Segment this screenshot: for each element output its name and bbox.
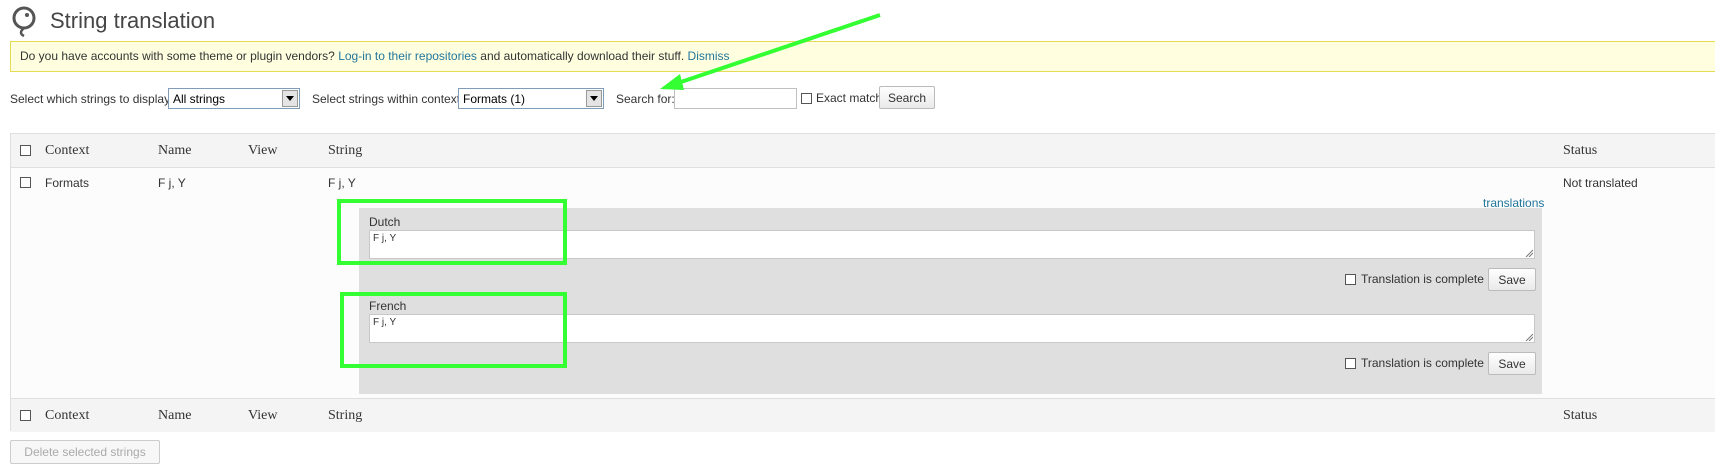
search-input[interactable] (674, 88, 797, 109)
translation-textarea-dutch[interactable]: F j, Y (369, 230, 1535, 259)
chevron-down-icon (282, 90, 298, 107)
table-footer-header: Context Name View String Status (11, 398, 1715, 432)
translation-complete-label-french: Translation is complete (1361, 356, 1484, 370)
save-button-french[interactable]: Save (1488, 352, 1536, 375)
exact-match-checkbox[interactable] (801, 92, 812, 104)
column-name-bottom[interactable]: Name (158, 408, 191, 424)
column-context[interactable]: Context (45, 143, 89, 159)
wpml-logo-icon (12, 6, 36, 37)
display-filter-label: Select which strings to display: (10, 92, 174, 106)
column-view[interactable]: View (248, 143, 277, 159)
exact-match-label: Exact match (816, 91, 883, 105)
context-filter-label: Select strings within context: (312, 92, 464, 106)
table-row: Formats F j, Y F j, Y Not translated tra… (11, 168, 1715, 398)
vendor-accounts-notice: Do you have accounts with some theme or … (10, 41, 1715, 72)
translation-complete-checkbox-french[interactable] (1345, 357, 1356, 369)
complete-option-dutch: Translation is complete (1345, 272, 1484, 286)
resize-grip-icon[interactable] (1525, 333, 1533, 341)
search-label: Search for: (616, 92, 675, 106)
translation-textarea-french[interactable]: F j, Y (369, 314, 1535, 343)
translation-value-french: F j, Y (373, 317, 397, 328)
column-string[interactable]: String (328, 143, 362, 159)
table-header: Context Name View String Status (11, 134, 1715, 168)
notice-text: Do you have accounts with some theme or … (20, 49, 335, 63)
page-title: String translation (50, 8, 216, 33)
page-header: String translation (10, 4, 215, 38)
context-filter-select[interactable]: Formats (1) (458, 88, 604, 109)
exact-match-option: Exact match (801, 91, 882, 105)
complete-option-french: Translation is complete (1345, 356, 1484, 370)
repositories-login-link[interactable]: Log-in to their repositories (338, 49, 477, 63)
column-name[interactable]: Name (158, 143, 191, 159)
row-string: F j, Y (328, 176, 356, 190)
column-status[interactable]: Status (1563, 143, 1597, 159)
row-checkbox[interactable] (20, 177, 31, 188)
filter-bar: Select which strings to display: All str… (10, 85, 1110, 111)
row-context: Formats (45, 176, 90, 190)
save-button-dutch[interactable]: Save (1488, 268, 1536, 291)
column-view-bottom[interactable]: View (248, 408, 277, 424)
search-button[interactable]: Search (879, 86, 935, 109)
resize-grip-icon[interactable] (1525, 249, 1533, 257)
select-all-checkbox-bottom[interactable] (20, 410, 31, 421)
column-context-bottom[interactable]: Context (45, 408, 89, 424)
chevron-down-icon (586, 90, 602, 107)
translations-panel: Dutch F j, Y Translation is complete Sav… (359, 208, 1542, 394)
translation-complete-checkbox-dutch[interactable] (1345, 273, 1356, 285)
select-all-checkbox[interactable] (20, 145, 31, 156)
column-status-bottom[interactable]: Status (1563, 408, 1597, 424)
language-label-dutch: Dutch (369, 215, 401, 229)
row-name: F j, Y (158, 176, 186, 190)
dismiss-link[interactable]: Dismiss (688, 49, 730, 63)
display-filter-value: All strings (173, 92, 226, 106)
context-filter-value: Formats (1) (463, 92, 526, 106)
strings-table: Context Name View String Status Formats … (10, 133, 1715, 432)
translation-value-dutch: F j, Y (373, 233, 397, 244)
row-status: Not translated (1563, 176, 1638, 190)
translation-complete-label-dutch: Translation is complete (1361, 272, 1484, 286)
notice-text-after: and automatically download their stuff. (480, 49, 685, 63)
column-string-bottom[interactable]: String (328, 408, 362, 424)
delete-selected-strings-button[interactable]: Delete selected strings (10, 440, 160, 464)
display-filter-select[interactable]: All strings (168, 88, 300, 109)
language-label-french: French (369, 299, 407, 313)
